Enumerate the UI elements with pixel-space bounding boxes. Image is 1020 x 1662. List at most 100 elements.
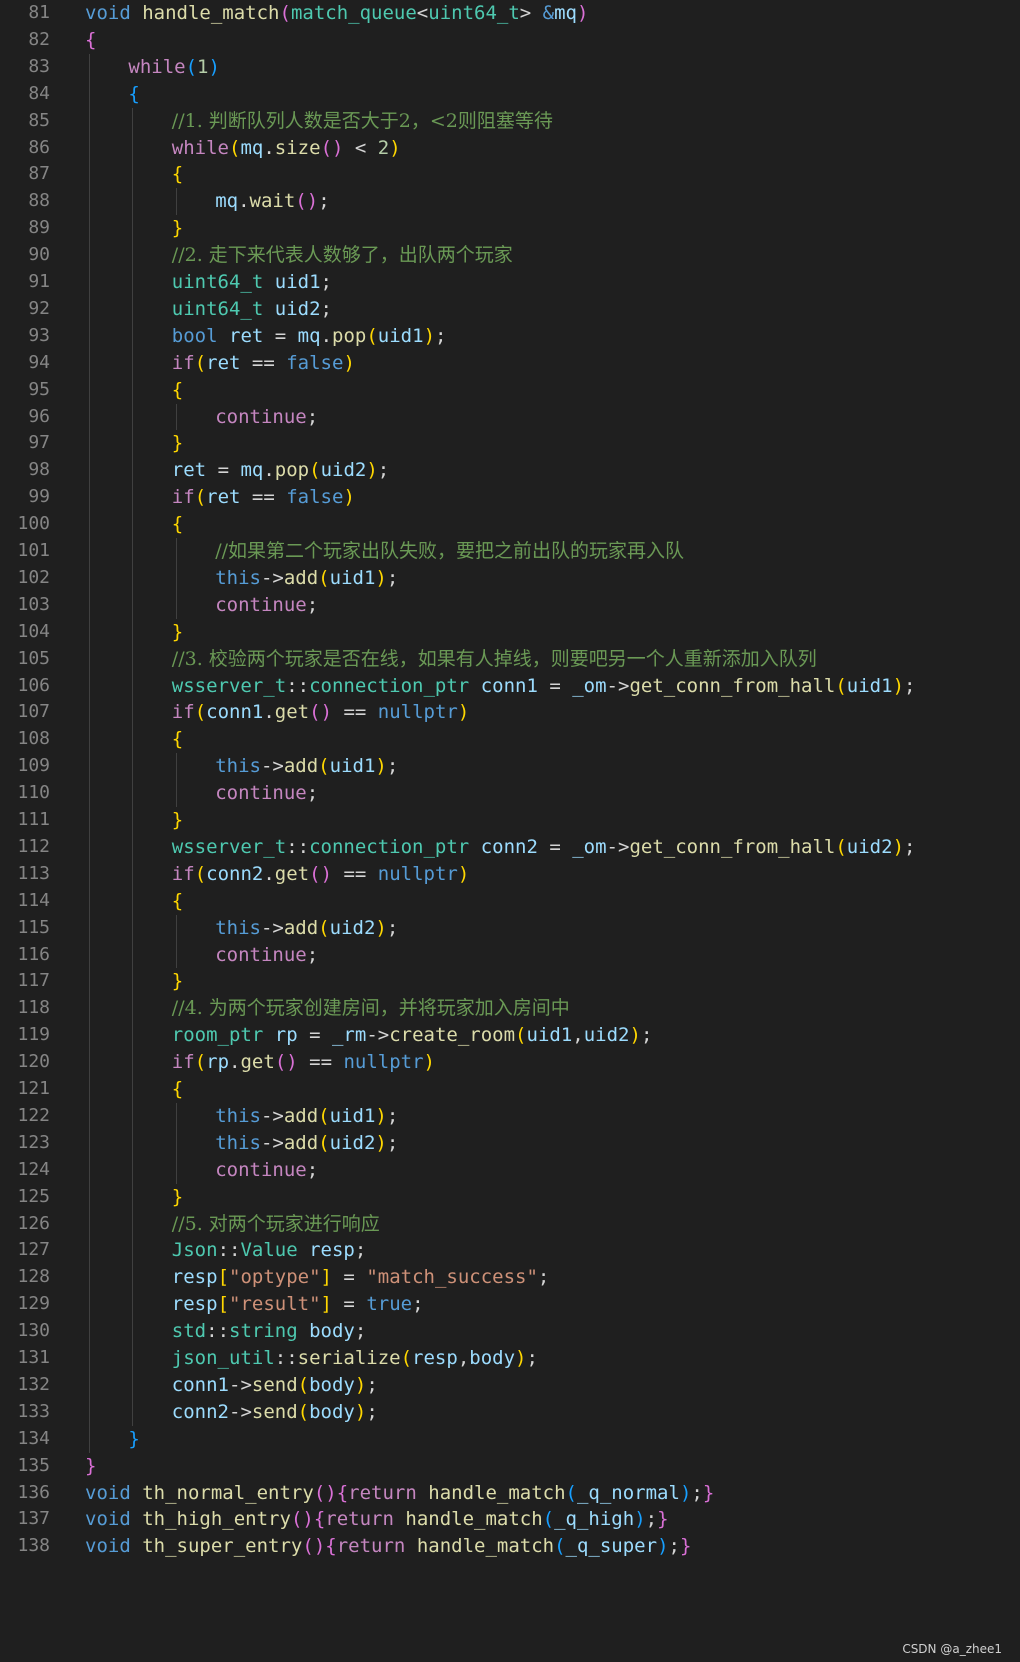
token: [ (217, 1266, 230, 1289)
code-line[interactable]: 117} (0, 968, 1020, 995)
code-line[interactable]: 136 void th_normal_entry(){return handle_… (0, 1480, 1020, 1507)
code-line[interactable]: 99 if(ret == false) (0, 484, 1020, 511)
code-line[interactable]: 123 this->add(uid2); (0, 1130, 1020, 1157)
code-line[interactable]: 96 continue; (0, 404, 1020, 431)
code-line[interactable]: 118 //4. 为两个玩家创建房间，并将玩家加入房间中 (0, 995, 1020, 1022)
code-line[interactable]: 127 Json::Value resp; (0, 1237, 1020, 1264)
token: == (332, 862, 378, 885)
code-line[interactable]: 106 wsserver_t::connection_ptr conn1 = _o… (0, 673, 1020, 700)
code-line[interactable]: 83 while(1) (0, 54, 1020, 81)
token: while (128, 55, 186, 78)
token: uid2 (846, 835, 893, 858)
token: ; (366, 1373, 378, 1396)
code-text: void handle_match(match_queue<uint64_t> … (85, 0, 588, 27)
code-line[interactable]: 138 void th_super_entry(){return handle_m… (0, 1533, 1020, 1560)
code-text: { (172, 1076, 183, 1103)
code-text: } (172, 430, 183, 457)
code-line[interactable]: 95 { (0, 377, 1020, 404)
code-line[interactable]: 89} (0, 215, 1020, 242)
indent-guide (175, 1102, 177, 1184)
token: ) (423, 1051, 435, 1074)
code-line[interactable]: 86 while(mq.size() < 2) (0, 135, 1020, 162)
code-line[interactable]: 135} (0, 1453, 1020, 1480)
code-text: continue; (215, 404, 318, 431)
line-number: 132 (17, 1373, 50, 1395)
token: ) (423, 324, 436, 347)
code-line[interactable]: 114 { (0, 888, 1020, 915)
code-line[interactable]: 132 conn1->send(body); (0, 1372, 1020, 1399)
line-number: 91 (28, 271, 50, 292)
code-line[interactable]: 101 //如果第二个玩家出队失败，要把之前出队的玩家再入队 (0, 538, 1020, 565)
line-number: 90 (28, 244, 50, 266)
code-line[interactable]: 104} (0, 619, 1020, 646)
token: ( (835, 674, 847, 697)
token: body (309, 1373, 355, 1396)
code-line[interactable]: 94 if(ret == false) (0, 350, 1020, 377)
code-line[interactable]: 84 { (0, 81, 1020, 108)
token: ( (835, 835, 847, 858)
code-line[interactable]: 88 mq.wait(); (0, 188, 1020, 215)
code-line[interactable]: 115 this->add(uid2); (0, 915, 1020, 942)
token: ) (389, 136, 401, 159)
code-text: { (172, 726, 183, 753)
token: , (572, 1024, 584, 1047)
code-line[interactable]: 119 room_ptr rp = _rm->create_room(uid1,u… (0, 1022, 1020, 1049)
token: rp (206, 1051, 230, 1074)
code-line[interactable]: 128 resp["optype"] = "match_success"; (0, 1264, 1020, 1291)
token: } (171, 217, 184, 240)
token: //3. 校验两个玩家是否在线，如果有人掉线，则要吧另一个人重新添加入队列 (171, 647, 817, 670)
code-line[interactable]: 111} (0, 807, 1020, 834)
code-line[interactable]: 107 if(conn1.get() == nullptr) (0, 699, 1020, 726)
code-line[interactable]: 82 { (0, 27, 1020, 54)
token: ( (318, 916, 330, 939)
code-line[interactable]: 112 wsserver_t::connection_ptr conn2 = _o… (0, 834, 1020, 861)
code-line[interactable]: 124 continue; (0, 1157, 1020, 1184)
token: false (286, 351, 344, 374)
token: uid1 (274, 271, 321, 293)
code-line[interactable]: 105 //3. 校验两个玩家是否在线，如果有人掉线，则要吧另一个人重新添加入队列 (0, 646, 1020, 673)
code-line[interactable]: 98 ret = mq.pop(uid2); (0, 457, 1020, 484)
code-line[interactable]: 137 void th_high_entry(){return handle_ma… (0, 1506, 1020, 1533)
code-line[interactable]: 90 //2. 走下来代表人数够了，出队两个玩家 (0, 242, 1020, 269)
code-line[interactable]: 130 std::string body; (0, 1318, 1020, 1345)
code-line[interactable]: 91 uint64_t uid1; (0, 269, 1020, 296)
code-line[interactable]: 131 json_util::serialize(resp,body); (0, 1345, 1020, 1372)
code-line[interactable]: 126 //5. 对两个玩家进行响应 (0, 1211, 1020, 1238)
token: void (85, 1508, 131, 1531)
code-line[interactable]: 100 { (0, 511, 1020, 538)
code-line[interactable]: 129 resp["result"] = true; (0, 1291, 1020, 1318)
token: { (171, 1078, 184, 1100)
code-line[interactable]: 121 { (0, 1076, 1020, 1103)
code-text: continue; (215, 1157, 318, 1184)
code-line[interactable]: 103 continue; (0, 592, 1020, 619)
code-line[interactable]: 85 //1. 判断队列人数是否大于2，<2则阻塞等待 (0, 108, 1020, 135)
code-line[interactable]: 113 if(conn2.get() == nullptr) (0, 861, 1020, 888)
code-line[interactable]: 122 this->add(uid1); (0, 1103, 1020, 1130)
line-number: 85 (28, 109, 50, 131)
code-line[interactable]: 133 conn2->send(body); (0, 1399, 1020, 1426)
code-line[interactable]: 102 this->add(uid1); (0, 565, 1020, 592)
code-line[interactable]: 110 continue; (0, 780, 1020, 807)
code-line[interactable]: 125} (0, 1184, 1020, 1211)
code-line[interactable]: 108 { (0, 726, 1020, 753)
code-line[interactable]: 116 continue; (0, 942, 1020, 969)
token: //2. 走下来代表人数够了，出队两个玩家 (171, 244, 513, 267)
code-line[interactable]: 81 void handle_match(match_queue<uint64_t… (0, 0, 1020, 27)
code-line[interactable]: 97} (0, 430, 1020, 457)
token: == (297, 1051, 344, 1074)
line-number: 120 (17, 1051, 50, 1073)
token: () (320, 136, 344, 159)
code-line[interactable]: 109 this->add(uid1); (0, 753, 1020, 780)
code-line[interactable]: 93 bool ret = mq.pop(uid1); (0, 323, 1020, 350)
code-line[interactable]: 120 if(rp.get() == nullptr) (0, 1049, 1020, 1076)
code-line[interactable]: 87 { (0, 161, 1020, 188)
code-line[interactable]: 134} (0, 1426, 1020, 1453)
token: . (320, 324, 333, 347)
code-line[interactable]: 92 uint64_t uid2; (0, 296, 1020, 323)
code-editor[interactable]: 81 void handle_match(match_queue<uint64_t… (0, 0, 1020, 1662)
token: } (171, 809, 184, 831)
